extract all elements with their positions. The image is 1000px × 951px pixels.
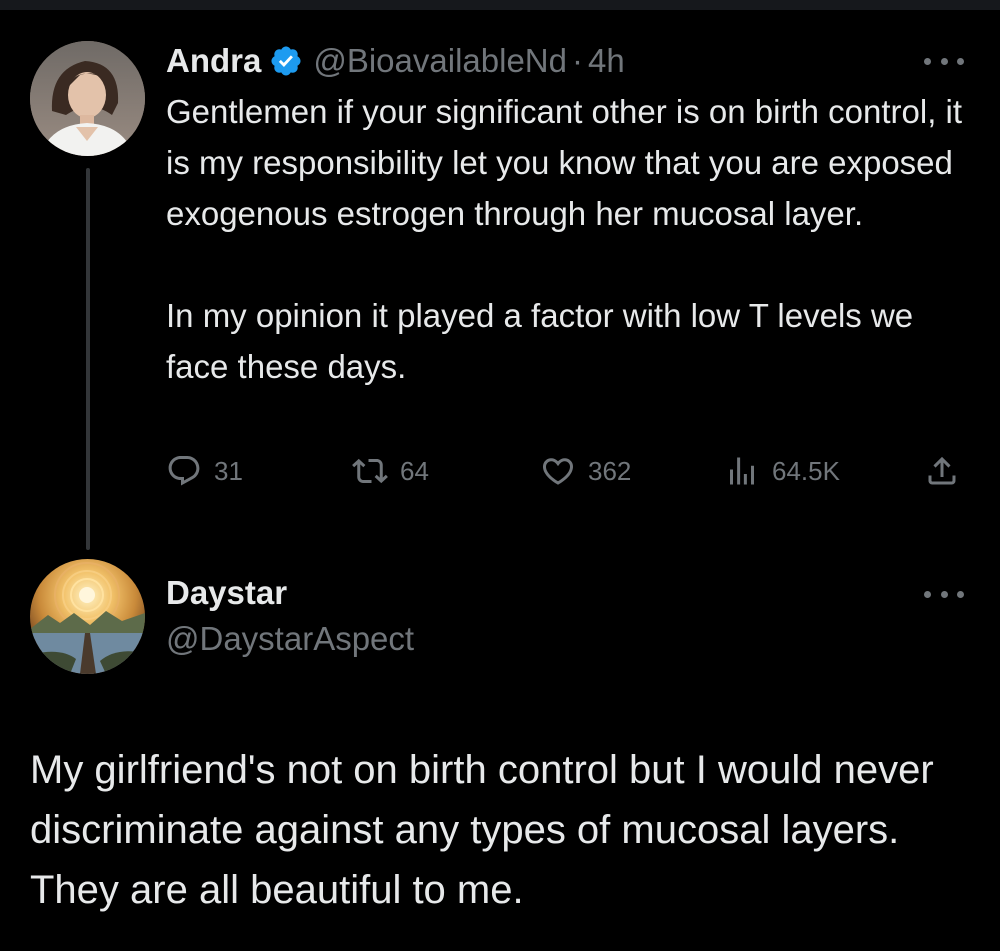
tweet-text: Gentlemen if your significant other is o… [166, 86, 966, 392]
tweet-paragraph-2: In my opinion it played a factor with lo… [166, 297, 914, 385]
tweet-action-bar: 31 64 362 64.5K [166, 448, 966, 494]
views-button[interactable]: 64.5K [724, 448, 840, 494]
like-count: 362 [588, 455, 632, 486]
tweet-timestamp[interactable]: 4h [588, 42, 625, 80]
tweet-paragraph-1: Gentlemen if your significant other is o… [166, 93, 963, 232]
author-display-name[interactable]: Andra [166, 42, 261, 80]
reply-button[interactable]: 31 [166, 448, 243, 494]
avatar-daystar[interactable] [30, 559, 145, 674]
reply-text: My girlfriend's not on birth control but… [30, 748, 934, 912]
author-handle[interactable]: @BioavailableNd [313, 42, 567, 80]
share-icon [924, 453, 960, 489]
avatar-andra[interactable] [30, 41, 145, 156]
view-count: 64.5K [772, 455, 840, 486]
views-icon [724, 453, 760, 489]
retweet-button[interactable]: 64 [352, 448, 429, 494]
thread-connector-line [86, 168, 90, 550]
retweet-icon [352, 453, 388, 489]
top-bar [0, 0, 1000, 10]
more-horizontal-icon[interactable] [924, 584, 964, 604]
like-button[interactable]: 362 [540, 448, 631, 494]
heart-icon [540, 453, 576, 489]
verified-badge-icon [269, 44, 303, 78]
reply-icon [166, 453, 202, 489]
retweet-count: 64 [400, 455, 429, 486]
more-horizontal-icon[interactable] [924, 51, 964, 71]
header-separator: · [571, 42, 583, 79]
tweet-header: Andra @BioavailableNd · 4h [166, 38, 625, 84]
reply-count: 31 [214, 455, 243, 486]
reply-display-name[interactable]: Daystar [166, 574, 287, 612]
share-button[interactable] [924, 448, 960, 494]
reply-handle[interactable]: @DaystarAspect [166, 620, 414, 658]
